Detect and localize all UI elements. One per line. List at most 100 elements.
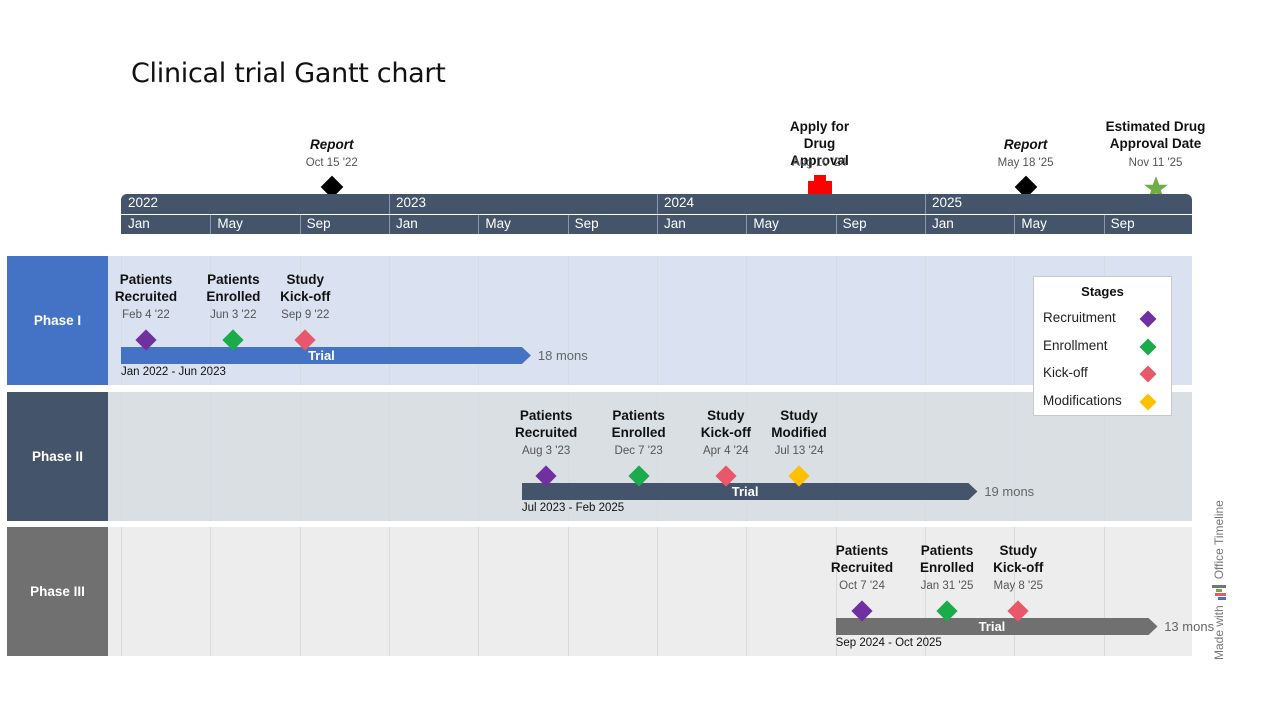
top-milestone-title: Report — [1003, 137, 1048, 152]
gridline — [389, 527, 390, 656]
month-label: May — [485, 216, 511, 231]
milestone-title: Study Kick-off — [280, 272, 331, 304]
year-label: 2025 — [932, 195, 963, 210]
gridline — [121, 527, 122, 656]
gridline — [121, 392, 122, 521]
milestone-date: Jan 31 '25 — [920, 580, 974, 592]
gridline — [299, 392, 301, 521]
milestone-date: Jun 3 '22 — [210, 309, 257, 321]
task-duration: 19 mons — [984, 484, 1035, 499]
milestone-title: Patients Enrolled — [920, 543, 975, 575]
gridline — [210, 392, 212, 521]
task-date-range: Sep 2024 - Oct 2025 — [835, 637, 942, 649]
phase-label: Phase III — [7, 527, 108, 656]
top-milestone-date: Oct 15 '22 — [305, 157, 358, 169]
gridline — [567, 256, 569, 385]
milestone-date: Feb 4 '22 — [122, 309, 170, 321]
milestone-title: Patients Recruited — [830, 543, 894, 575]
year-label: 2022 — [128, 195, 159, 210]
gridline — [746, 527, 748, 656]
top-milestone-date: Nov 11 '25 — [1128, 157, 1183, 169]
gridline — [478, 392, 480, 521]
milestone-date: Oct 7 '24 — [839, 580, 885, 592]
gridline — [657, 527, 658, 656]
gridline — [1014, 392, 1016, 521]
gridline — [478, 256, 480, 385]
legend-item: Enrollment — [1043, 337, 1108, 353]
gridline — [567, 527, 569, 656]
year-label: 2024 — [664, 195, 695, 210]
top-milestone-date: Aug 10 '24 — [792, 157, 847, 169]
top-milestone-title: Estimated Drug Approval Date — [1105, 119, 1206, 151]
milestone-date: Jul 13 '24 — [774, 445, 824, 457]
milestone-title: Study Modified — [771, 408, 827, 440]
month-label: May — [217, 216, 243, 231]
top-milestone-date: May 18 '25 — [997, 157, 1054, 169]
month-row: Jan May Sep Jan May Sep Jan May Sep Jan May Sep — [121, 215, 1192, 234]
phase-band: Phase I Trial 18 mons Jan 2022 - Jun 2023 Pa… — [7, 256, 1192, 385]
month-label: Jan — [128, 216, 150, 231]
phase-band: Phase III Trial 13 mons Sep 2024 - Oct 2025… — [7, 527, 1214, 656]
branding-prefix: Made with — [1212, 605, 1226, 660]
month-label: Jan — [932, 216, 954, 231]
milestone-title: Study Kick-off — [700, 408, 751, 440]
milestone-date: Sep 9 '22 — [281, 309, 330, 321]
time-scale: 2022 2023 2024 2025 Jan May Sep Jan May Sep Jan Ma… — [121, 194, 1192, 234]
gridline — [925, 256, 926, 385]
milestone-date: May 8 '25 — [993, 580, 1043, 592]
phase-band: Phase II Trial 19 mons Jul 2023 - Feb 2025 P… — [7, 392, 1192, 521]
gridline — [1014, 256, 1016, 385]
legend-item: Modifications — [1043, 392, 1122, 408]
gridline — [835, 392, 837, 521]
milestone-title: Study Kick-off — [993, 543, 1044, 575]
milestone-date: Aug 3 '23 — [522, 445, 571, 457]
month-label: Jan — [396, 216, 418, 231]
month-label: Sep — [1110, 216, 1135, 231]
gridline — [389, 392, 390, 521]
gridline — [746, 256, 748, 385]
month-label: Sep — [574, 216, 599, 231]
year-label: 2023 — [396, 195, 427, 210]
gridline — [657, 256, 658, 385]
branding: Made with Office Timeline — [1212, 500, 1226, 660]
gridline — [299, 527, 301, 656]
milestone-title: Patients Recruited — [114, 272, 178, 304]
legend-diamond-icon — [1139, 365, 1157, 383]
task-duration: 18 mons — [537, 348, 588, 363]
gridline — [835, 256, 837, 385]
legend-diamond-icon — [1139, 393, 1157, 410]
task-date-range: Jul 2023 - Feb 2025 — [521, 502, 625, 514]
legend-title: Stages — [1081, 284, 1124, 299]
year-row: 2022 2023 2024 2025 — [121, 194, 1192, 214]
month-label: Sep — [842, 216, 867, 231]
legend-item: Kick-off — [1043, 365, 1088, 380]
month-label: May — [1021, 216, 1047, 231]
legend-diamond-icon — [1139, 338, 1157, 355]
month-label: Sep — [306, 216, 331, 231]
task-label: Trial — [978, 619, 1006, 634]
month-label: Jan — [664, 216, 686, 231]
gridline — [478, 527, 480, 656]
office-timeline-logo-icon — [1212, 584, 1226, 601]
task-label: Trial — [308, 348, 335, 363]
gridline — [1103, 527, 1105, 656]
branding-name: Office Timeline — [1212, 500, 1226, 580]
milestone-title: Patients Recruited — [514, 408, 578, 440]
milestone-date: Apr 4 '24 — [702, 445, 749, 457]
chart-title: Clinical trial Gantt chart — [131, 58, 446, 89]
milestone-date: Dec 7 '23 — [614, 445, 663, 457]
milestone-title: Patients Enrolled — [611, 408, 666, 440]
task-date-range: Jan 2022 - Jun 2023 — [121, 366, 226, 378]
gridline — [925, 392, 926, 521]
phase-label: Phase I — [7, 256, 108, 385]
task-duration: 13 mons — [1164, 619, 1215, 634]
gridline — [389, 256, 390, 385]
task-label: Trial — [731, 484, 759, 499]
milestone-title: Patients Enrolled — [206, 272, 261, 304]
month-label: May — [753, 216, 779, 231]
top-milestone-title: Report — [309, 137, 354, 152]
legend: Stages Recruitment Enrollment Kick-off Modi… — [1033, 276, 1172, 416]
phase-label: Phase II — [7, 392, 108, 521]
legend-diamond-icon — [1139, 310, 1157, 328]
legend-item: Recruitment — [1043, 310, 1116, 325]
